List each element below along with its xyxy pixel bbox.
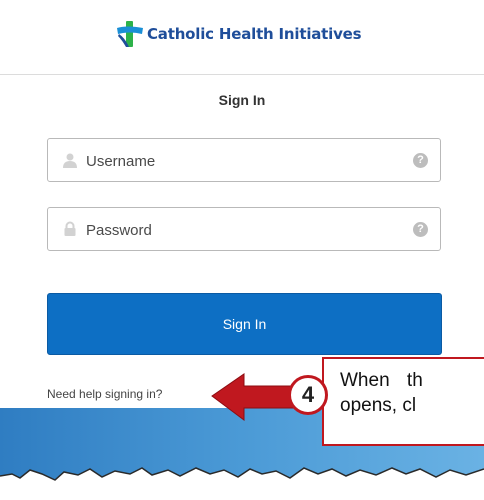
need-help-link[interactable]: Need help signing in? (47, 387, 162, 401)
callout-line-1: When th (340, 370, 423, 391)
page-title: Sign In (218, 92, 266, 108)
header-divider (0, 74, 484, 75)
username-input[interactable] (84, 145, 408, 177)
step-number-badge: 4 (288, 375, 328, 415)
username-field[interactable]: ? (47, 138, 441, 182)
header: Catholic Health Initiatives (0, 0, 484, 74)
callout-arrow-icon (211, 373, 299, 421)
user-icon (63, 153, 77, 168)
logo: Catholic Health Initiatives (115, 14, 362, 54)
callout-line-2: opens, cl (340, 395, 417, 416)
cross-logo-icon (117, 21, 143, 47)
password-input[interactable] (84, 214, 408, 246)
instruction-callout: When th opens, cl (322, 357, 484, 446)
username-help-icon[interactable]: ? (413, 153, 428, 168)
lock-icon (64, 221, 76, 236)
logo-text: Catholic Health Initiatives (147, 25, 362, 43)
password-help-icon[interactable]: ? (413, 222, 428, 237)
password-field[interactable]: ? (47, 207, 441, 251)
sign-in-button[interactable]: Sign In (47, 293, 442, 355)
